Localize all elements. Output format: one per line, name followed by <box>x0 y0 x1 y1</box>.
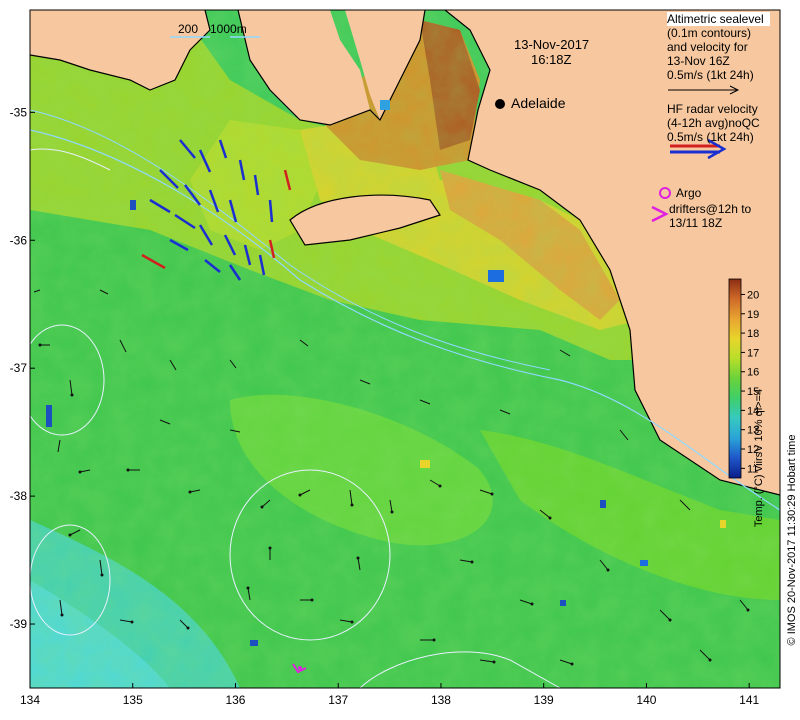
lon-tick-label: 140 <box>636 693 656 707</box>
lat-tick-label: -35 <box>10 105 28 119</box>
map-plot-area <box>30 10 780 688</box>
colorbar-tick-label: 18 <box>747 328 759 340</box>
legend-argo-label: Argo <box>676 186 702 200</box>
lon-tick-label: 137 <box>328 693 348 707</box>
city-label-adelaide: Adelaide <box>511 95 566 111</box>
map-date: 13-Nov-2017 <box>514 37 590 52</box>
colorbar-tick-label: 20 <box>747 289 759 301</box>
legend-altimetric-line-1: (0.1m contours) <box>667 26 752 40</box>
lat-tick-label: -36 <box>10 233 28 247</box>
lon-tick-label: 139 <box>534 693 554 707</box>
legend-hf-line-0: HF radar velocity <box>667 102 758 116</box>
credit-text: © IMOS 20-Nov-2017 11:30:29 Hobart time <box>786 435 798 646</box>
lat-tick-label: -39 <box>10 617 28 631</box>
legend-hf-line-1: (4-12h avg)noQC <box>667 116 760 130</box>
lon-tick-label: 135 <box>123 693 143 707</box>
colorbar-tick-label: 19 <box>747 309 759 321</box>
colorbar-tick-label: 16 <box>747 367 759 379</box>
scale-label-200: 200 <box>178 22 199 36</box>
legend-altimetric-line-4: 0.5m/s (1kt 24h) <box>667 68 754 82</box>
adelaide-marker <box>495 99 505 109</box>
lon-tick-label: 134 <box>20 693 40 707</box>
legend-altimetric-line-0: Altimetric sealevel <box>667 12 770 26</box>
lon-tick-label: 138 <box>431 693 451 707</box>
legend-hf-line-2: 0.5m/s (1kt 24h) <box>667 130 754 144</box>
map-time: 16:18Z <box>531 52 572 67</box>
drifter-position <box>298 666 302 670</box>
lat-tick-label: -37 <box>10 361 28 375</box>
lat-tick-label: -38 <box>10 489 28 503</box>
scale-label-1000m: 1000m <box>210 22 247 36</box>
legend-altimetric-line-2: and velocity for <box>667 40 748 54</box>
legend-drifter-line-1: 13/11 18Z <box>669 216 723 230</box>
legend-drifter-line-0: drifters@12h to <box>669 202 752 216</box>
legend-altimetric-line-3: 13-Nov 16Z <box>667 54 730 68</box>
colorbar-tick-label: 17 <box>747 347 759 359</box>
colorbar-gradient <box>728 278 742 479</box>
lon-tick-label: 136 <box>225 693 245 707</box>
colorbar-title: Temp. (°C) viirsV 10% ql>=4 <box>753 389 765 527</box>
lon-tick-label: 141 <box>739 693 759 707</box>
